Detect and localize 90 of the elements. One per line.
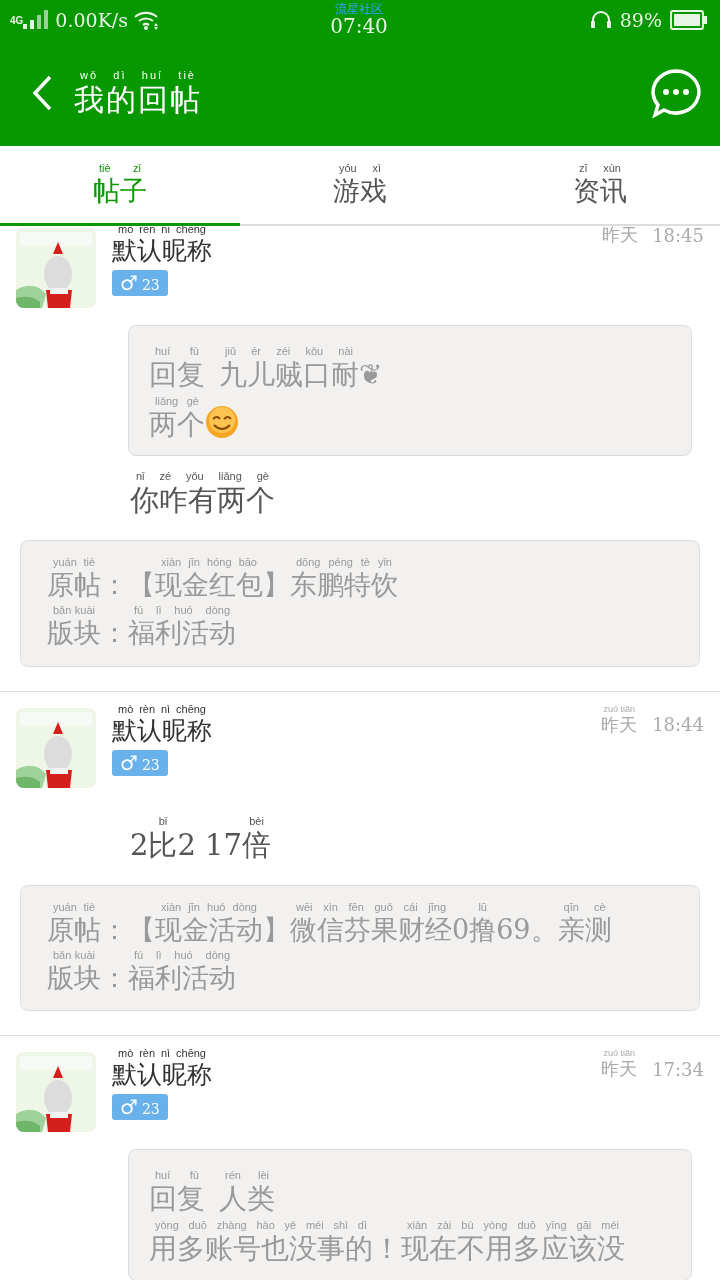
pinyin: bǎn kuài bbox=[52, 603, 96, 618]
quoted-text: 人类 bbox=[219, 1182, 275, 1216]
original-post-info: 微信芬果财经 bbox=[290, 913, 452, 946]
pinyin: rén lèi bbox=[224, 1168, 270, 1183]
pinyin: jiǔ ér zéi kǒu nài bbox=[223, 344, 354, 358]
quoted-text: 两个 bbox=[149, 407, 205, 442]
signal-icon bbox=[23, 10, 50, 30]
quoted-text: 九儿贼口耐 bbox=[219, 358, 359, 392]
pinyin: liǎng gè bbox=[154, 393, 200, 408]
pinyin: xiàn jīn huó dòng bbox=[160, 899, 258, 914]
post-time: 18:45 bbox=[652, 226, 704, 246]
pinyin: huí fù bbox=[154, 1168, 200, 1183]
original-post-info: 】 bbox=[263, 913, 290, 946]
gender-age-badge: ♂ 23 bbox=[112, 749, 168, 776]
pinyin: mò rèn nì chēng bbox=[117, 1046, 207, 1061]
author-name: 默认昵称 bbox=[112, 1060, 212, 1091]
original-post-info: 原帖 bbox=[47, 913, 101, 946]
pinyin: wǒ dì huí tiè bbox=[79, 68, 197, 82]
pinyin: xiàn jīn hóng bāo bbox=[160, 555, 258, 569]
original-post-info: ： bbox=[101, 961, 128, 995]
pinyin: qīn cè bbox=[562, 899, 607, 914]
pinyin: mò rèn nì chēng bbox=[117, 701, 207, 716]
chat-button[interactable] bbox=[650, 68, 702, 118]
headset-icon bbox=[589, 10, 612, 30]
original-post-info: 】 bbox=[263, 569, 290, 602]
reply-text: 2 17 bbox=[177, 827, 243, 863]
reply-text: 你咋有两个 bbox=[130, 483, 275, 518]
back-button[interactable] bbox=[30, 74, 54, 112]
post-time: 17:34 bbox=[652, 1058, 704, 1080]
wifi-icon bbox=[134, 10, 160, 30]
pinyin: nǐ zé yǒu liǎng gè bbox=[135, 469, 270, 484]
quoted-text: 回复 bbox=[149, 358, 205, 392]
reply-text: 倍 bbox=[242, 827, 272, 863]
gender-age-badge: ♂ 23 bbox=[112, 270, 168, 296]
original-post-info: 0 bbox=[452, 913, 470, 946]
quoted-text: 回复 bbox=[149, 1182, 205, 1216]
pinyin: bǐ bbox=[157, 813, 169, 828]
network-speed: 0.00K/s bbox=[55, 9, 128, 31]
reply-text: 2 bbox=[130, 827, 149, 863]
post-date: 昨天 bbox=[601, 713, 638, 736]
original-post-info: 撸 bbox=[469, 913, 497, 946]
pinyin: fú lì huó dòng bbox=[133, 947, 231, 962]
pinyin: zuó tiān bbox=[602, 1048, 637, 1059]
original-post-info: 福利活动 bbox=[128, 617, 236, 650]
post-time: 18:44 bbox=[652, 714, 704, 736]
gender-age-badge: ♂ 23 bbox=[112, 1094, 168, 1121]
pinyin: yuán tiè bbox=[52, 899, 96, 914]
original-post-info: ：【 bbox=[101, 913, 155, 946]
original-post-info: 版块 bbox=[47, 617, 101, 650]
original-post-info: 版块 bbox=[47, 961, 101, 995]
network-type: 4G bbox=[10, 15, 24, 26]
pinyin: mo ren ni cheng bbox=[117, 226, 207, 236]
pinyin: lū bbox=[477, 899, 488, 914]
quoted-text: ！ bbox=[373, 1231, 401, 1266]
original-post-info: 69。 bbox=[496, 913, 558, 946]
quoted-text: 用多账号也没事的 bbox=[149, 1231, 373, 1266]
original-post-info: 现金红包 bbox=[155, 569, 263, 602]
original-post-info: ：【 bbox=[101, 569, 155, 602]
original-post-info: 亲测 bbox=[557, 913, 612, 946]
app-name: 流星社区 bbox=[335, 3, 383, 15]
pinyin: huí fù bbox=[154, 344, 200, 358]
reply-text: 比 bbox=[148, 827, 178, 863]
tab[interactable]: zī xùn 资讯 bbox=[480, 146, 720, 226]
original-post-info: ： bbox=[101, 617, 128, 650]
pinyin: bǎn kuài bbox=[52, 947, 96, 962]
pinyin: dōng péng tè yǐn bbox=[295, 555, 393, 569]
original-post-info: 东鹏特饮 bbox=[290, 569, 398, 602]
battery-percent: 89% bbox=[619, 9, 662, 31]
smiley-icon bbox=[205, 405, 239, 440]
post-date: 昨天 bbox=[602, 226, 639, 246]
pinyin: bèi bbox=[248, 813, 265, 828]
author-name: 默认昵称 bbox=[112, 236, 212, 266]
original-post-info: 现金活动 bbox=[155, 913, 263, 946]
author-name: 默认昵称 bbox=[112, 715, 212, 746]
original-post-info: 原帖 bbox=[47, 569, 101, 602]
original-post-info: 福利活动 bbox=[128, 961, 236, 995]
tab[interactable]: yóu xì 游戏 bbox=[240, 146, 480, 226]
battery-icon bbox=[670, 10, 708, 30]
pinyin: zuó tiān bbox=[602, 703, 637, 714]
pinyin: yòng duō zhàng hào yě méi shì dì bbox=[154, 1217, 368, 1232]
page-title: 我的回帖 bbox=[74, 82, 202, 118]
pinyin: xiàn zài bù yòng duō yīng gāi méi bbox=[406, 1217, 620, 1232]
pinyin: yuán tiè bbox=[52, 555, 96, 569]
quoted-text: ❦ bbox=[359, 358, 382, 392]
pinyin: fú lì huó dòng bbox=[133, 603, 231, 618]
pinyin: wēi xìn fēn guǒ cái jīng bbox=[295, 899, 447, 914]
tab[interactable]: tiè zǐ 帖子 bbox=[0, 146, 240, 226]
post-date: 昨天 bbox=[601, 1058, 638, 1080]
clock: 07:40 bbox=[330, 15, 388, 37]
quoted-text: 现在不用多应该没 bbox=[401, 1231, 625, 1266]
